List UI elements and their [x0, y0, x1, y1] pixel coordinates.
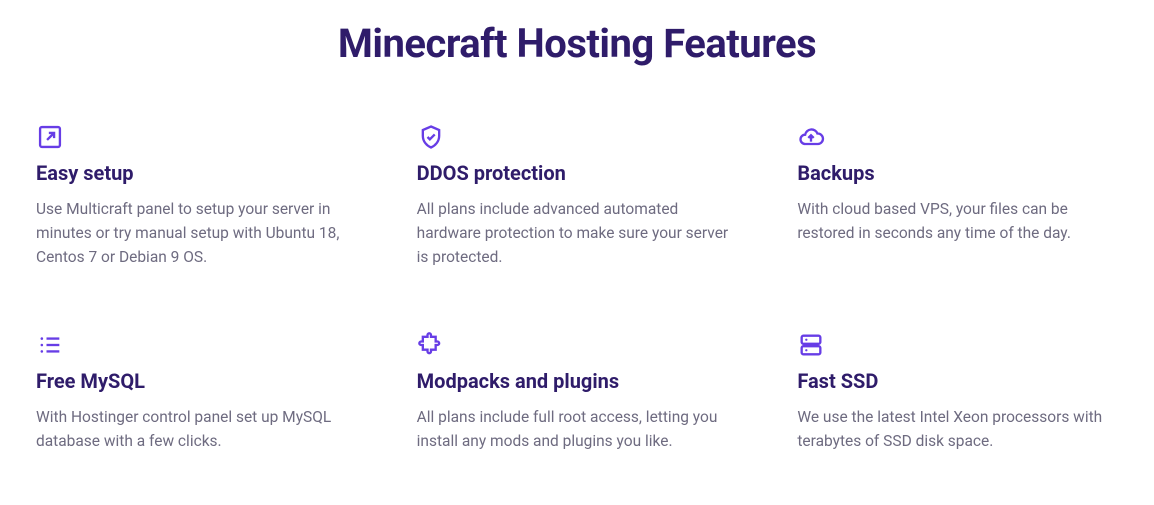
page-title: Minecraft Hosting Features [36, 20, 1118, 67]
feature-desc: All plans include advanced automated har… [417, 197, 738, 269]
shield-check-icon [417, 123, 445, 151]
open-in-new-icon [36, 123, 64, 151]
feature-modpacks-plugins: Modpacks and plugins All plans include f… [417, 331, 738, 453]
feature-fast-ssd: Fast SSD We use the latest Intel Xeon pr… [797, 331, 1118, 453]
feature-desc: Use Multicraft panel to setup your serve… [36, 197, 357, 269]
feature-title: Backups [797, 161, 1118, 185]
feature-title: DDOS protection [417, 161, 738, 185]
feature-title: Fast SSD [797, 369, 1118, 393]
feature-backups: Backups With cloud based VPS, your files… [797, 123, 1118, 269]
feature-title: Modpacks and plugins [417, 369, 738, 393]
features-grid: Easy setup Use Multicraft panel to setup… [36, 123, 1118, 453]
feature-desc: All plans include full root access, lett… [417, 405, 738, 453]
server-icon [797, 331, 825, 359]
cloud-upload-icon [797, 123, 825, 151]
feature-title: Easy setup [36, 161, 357, 185]
list-icon [36, 331, 64, 359]
puzzle-icon [417, 331, 445, 359]
feature-desc: With Hostinger control panel set up MySQ… [36, 405, 357, 453]
feature-easy-setup: Easy setup Use Multicraft panel to setup… [36, 123, 357, 269]
feature-title: Free MySQL [36, 369, 357, 393]
feature-desc: With cloud based VPS, your files can be … [797, 197, 1118, 245]
feature-ddos-protection: DDOS protection All plans include advanc… [417, 123, 738, 269]
feature-free-mysql: Free MySQL With Hostinger control panel … [36, 331, 357, 453]
feature-desc: We use the latest Intel Xeon processors … [797, 405, 1118, 453]
